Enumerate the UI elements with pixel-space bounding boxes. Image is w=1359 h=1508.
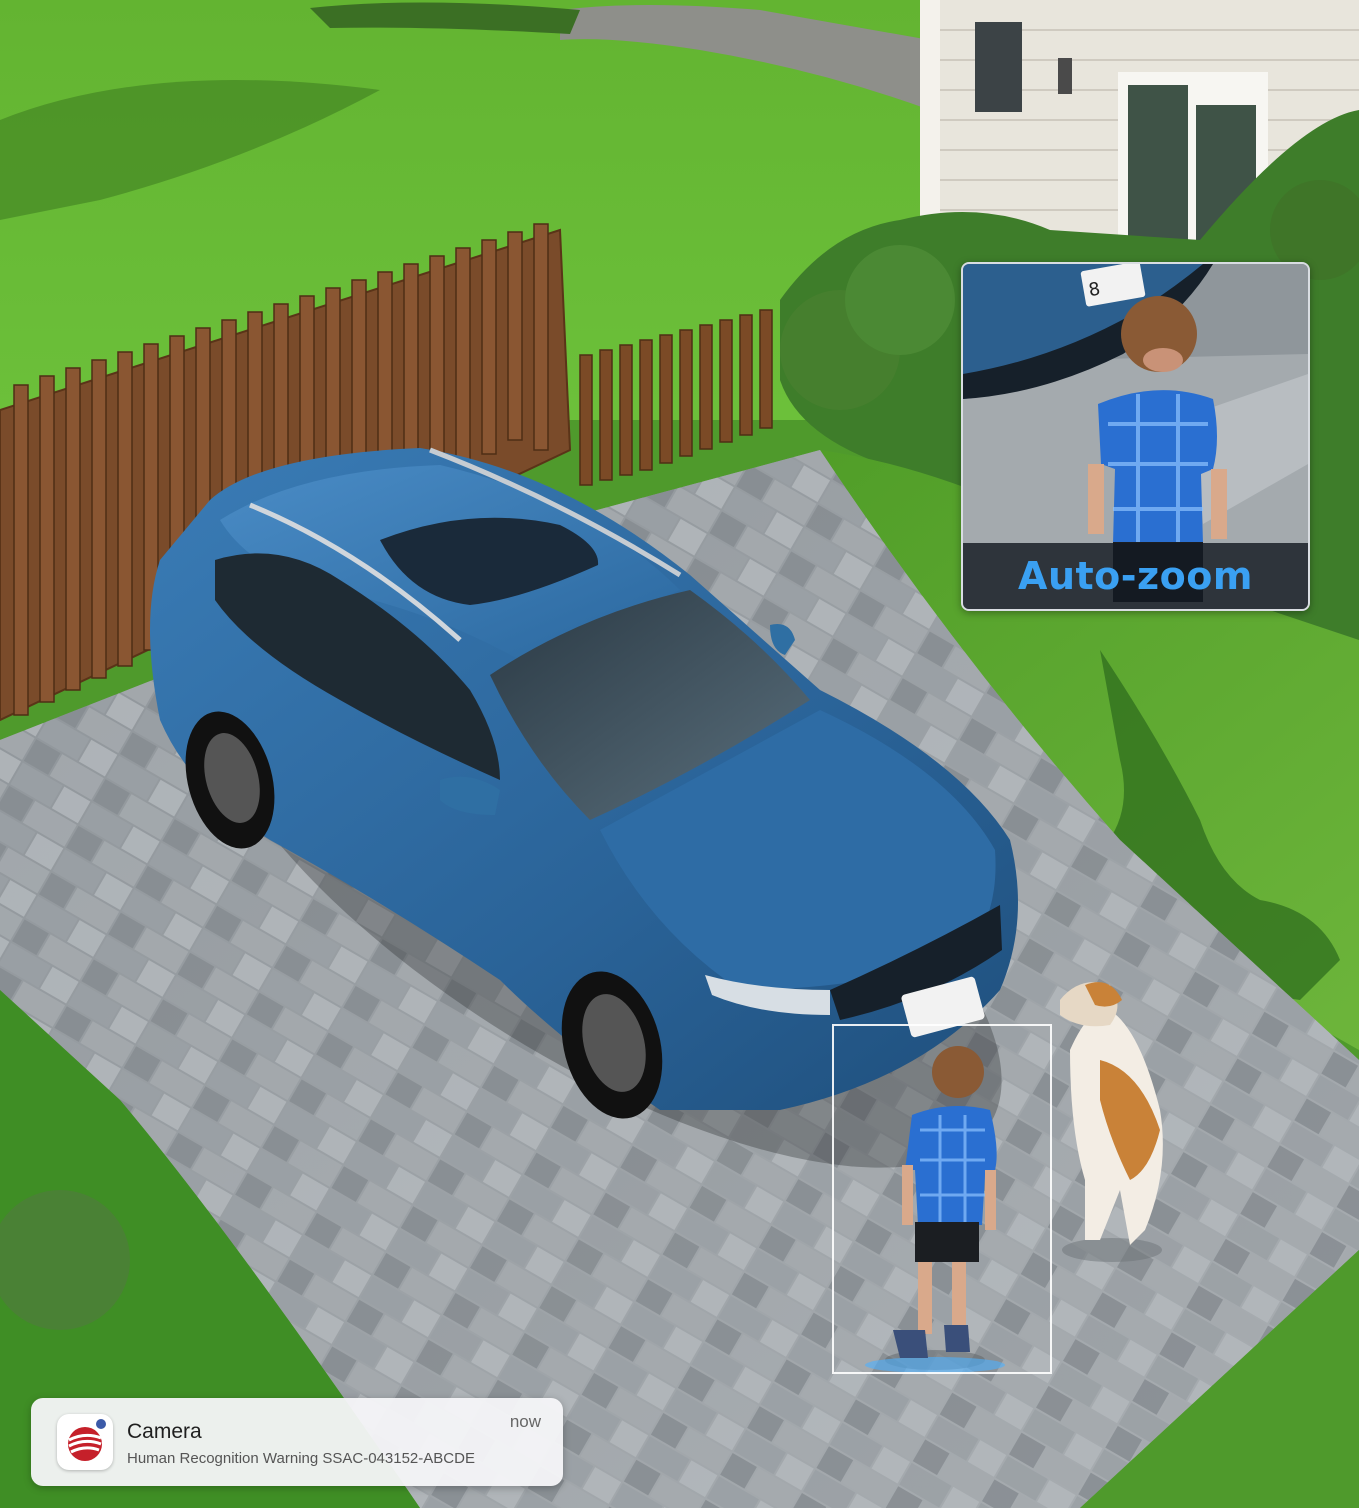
notification-banner[interactable]: Camera Human Recognition Warning SSAC-04…	[31, 1398, 563, 1486]
notification-app-name: Camera	[127, 1420, 202, 1443]
camera-app-logo-icon	[57, 1414, 113, 1470]
autozoom-panel[interactable]: 8 Auto-zoom	[961, 262, 1310, 611]
autozoom-label-bar: Auto-zoom	[963, 543, 1308, 609]
notification-message: Human Recognition Warning SSAC-043152-AB…	[127, 1450, 475, 1467]
camera-feed	[0, 0, 1359, 1508]
autozoom-label: Auto-zoom	[1018, 554, 1253, 598]
person-detection-box	[832, 1024, 1052, 1374]
notification-time: now	[509, 1412, 541, 1431]
